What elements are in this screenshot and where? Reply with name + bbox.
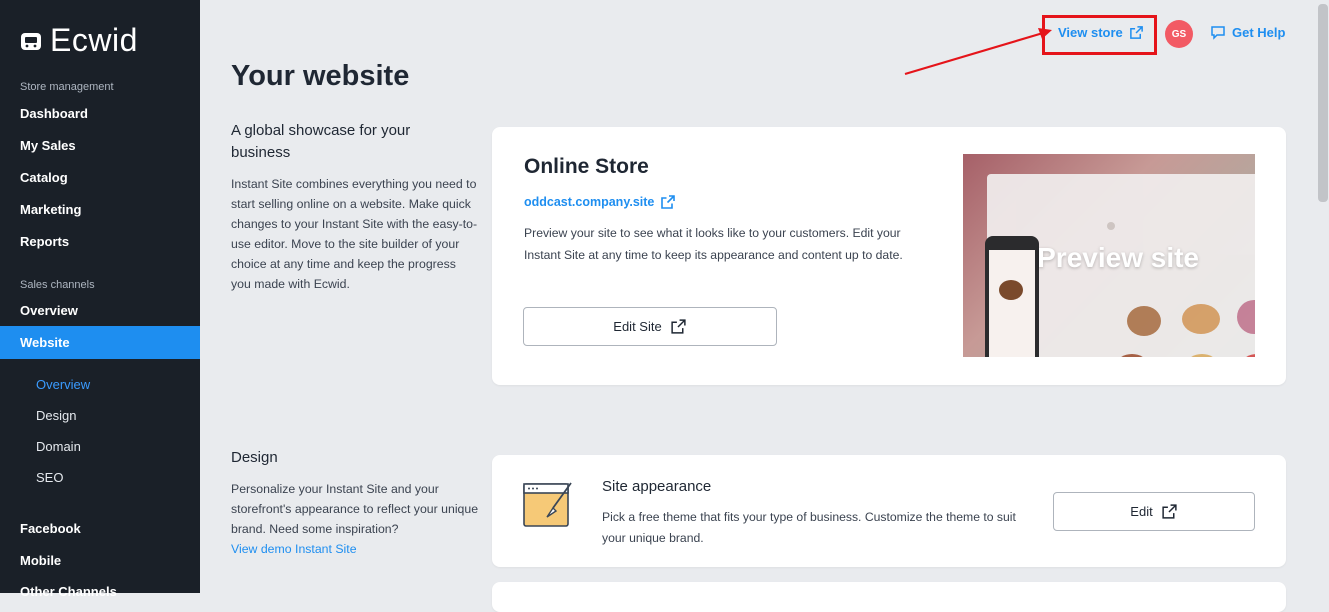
external-link-icon (1162, 504, 1177, 519)
store-url-label: oddcast.company.site (524, 195, 655, 209)
preview-site-thumbnail[interactable]: Preview site (963, 154, 1255, 357)
get-help-label: Get Help (1232, 25, 1286, 40)
logo-text: Ecwid (50, 22, 138, 58)
edit-appearance-label: Edit (1130, 504, 1153, 519)
sidebar-item-dashboard[interactable]: Dashboard (20, 106, 88, 121)
view-demo-link[interactable]: View demo Instant Site (231, 542, 357, 556)
sidebar-subitem-overview[interactable]: Overview (36, 377, 90, 392)
preview-site-label: Preview site (1037, 242, 1199, 273)
site-appearance-title: Site appearance (602, 478, 712, 495)
sidebar-item-facebook[interactable]: Facebook (20, 521, 81, 536)
avatar[interactable]: GS (1165, 20, 1193, 48)
sidebar-subitem-domain[interactable]: Domain (36, 439, 81, 454)
sidebar-subitem-seo[interactable]: SEO (36, 470, 63, 485)
chat-icon (1211, 26, 1225, 40)
section-store-management: Store management (20, 81, 114, 93)
site-appearance-description: Pick a free theme that fits your type of… (602, 510, 1016, 545)
showcase-heading: A global showcase for your business (231, 122, 411, 161)
page-title: Your website (231, 60, 410, 92)
sidebar-subitem-design[interactable]: Design (36, 408, 76, 423)
sidebar-item-website[interactable]: Website (0, 326, 200, 359)
design-body: Personalize your Instant Site and your s… (231, 479, 479, 559)
section-sales-channels: Sales channels (20, 279, 95, 291)
sidebar-item-overview[interactable]: Overview (20, 303, 78, 318)
external-link-icon (671, 319, 686, 334)
sidebar-item-catalog[interactable]: Catalog (20, 170, 68, 185)
edit-site-label: Edit Site (613, 319, 662, 334)
online-store-card: Online Store oddcast.company.site Previe… (492, 127, 1286, 385)
external-link-icon (1129, 26, 1143, 39)
external-link-icon (661, 195, 676, 209)
sidebar-item-reports[interactable]: Reports (20, 234, 69, 249)
edit-site-button[interactable]: Edit Site (523, 307, 777, 346)
online-store-title: Online Store (524, 155, 649, 178)
edit-appearance-button[interactable]: Edit (1053, 492, 1255, 531)
design-heading: Design (231, 449, 278, 466)
cart-logo-icon (21, 32, 41, 50)
sidebar-item-marketing[interactable]: Marketing (20, 202, 81, 217)
online-store-description: Preview your site to see what it looks l… (524, 226, 903, 262)
sidebar: Ecwid Store management Dashboard My Sale… (0, 0, 200, 599)
sidebar-item-other-channels[interactable]: Other Channels (20, 584, 117, 599)
site-appearance-card: Site appearance Pick a free theme that f… (492, 455, 1286, 567)
sidebar-item-mobile[interactable]: Mobile (20, 553, 61, 568)
sidebar-item-my-sales[interactable]: My Sales (20, 138, 76, 153)
page-scrollbar[interactable] (1318, 4, 1328, 202)
ecwid-logo[interactable]: Ecwid (20, 22, 138, 59)
design-body-text: Personalize your Instant Site and your s… (231, 482, 479, 536)
store-url-link[interactable]: oddcast.company.site (524, 194, 676, 210)
showcase-body: Instant Site combines everything you nee… (231, 177, 478, 291)
sidebar-item-website-label: Website (20, 335, 70, 350)
paintbrush-window-icon (523, 482, 572, 527)
main-content: View store GS Get Help Your website A gl… (200, 0, 1313, 612)
next-card (492, 582, 1286, 612)
get-help-link[interactable]: Get Help (1210, 25, 1285, 40)
